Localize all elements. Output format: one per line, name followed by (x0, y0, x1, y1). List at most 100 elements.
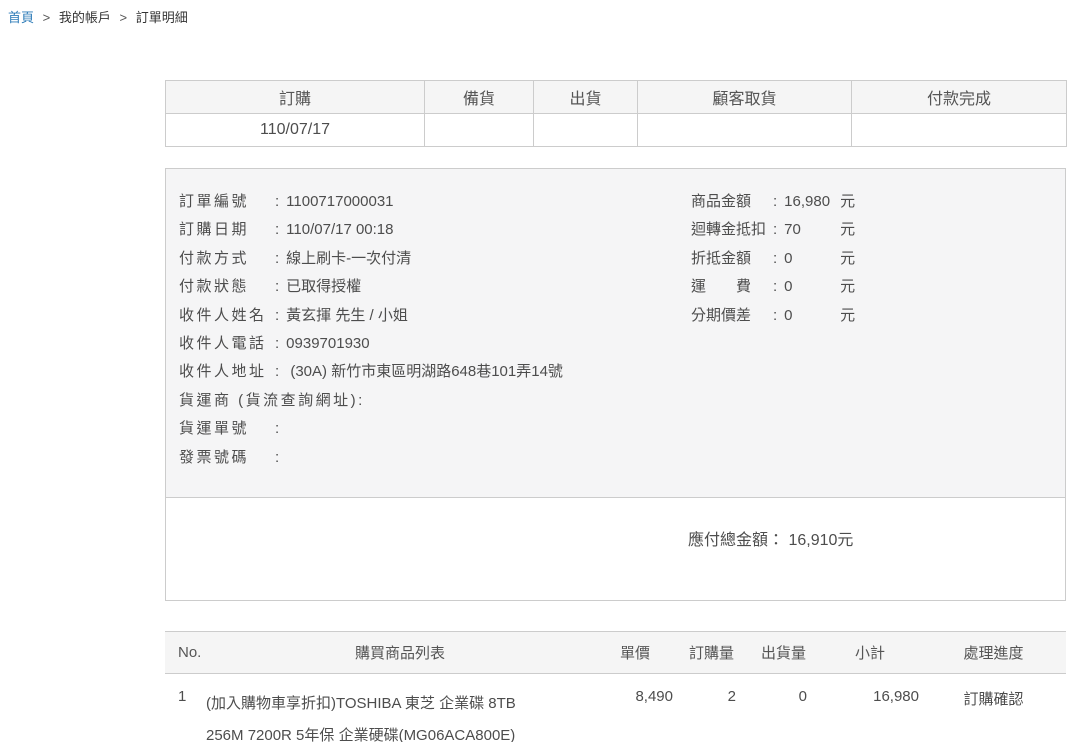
status-col-paid: 付款完成 (852, 81, 1067, 114)
field-label: 付款方式 (179, 245, 275, 273)
field-label: 訂購日期 (179, 216, 275, 244)
field-value: (30A) 新竹市東區明湖路648巷101弄14號 (286, 358, 563, 386)
amount-colon: : (773, 188, 777, 216)
field-colon: : (275, 415, 279, 443)
amount-discount: 折抵金額:0元 (691, 245, 1053, 273)
field-value: 黃玄揮 先生 / 小姐 (286, 302, 408, 330)
field-value: 0939701930 (286, 330, 369, 358)
field-colon: : (275, 245, 279, 273)
order-summary-details: 訂單編號:1100717000031 訂購日期:110/07/17 00:18 … (166, 169, 1065, 497)
field-colon: : (275, 444, 279, 472)
breadcrumb-item-account[interactable]: 我的帳戶 (59, 10, 111, 25)
order-detail-content: 訂購 備貨 出貨 顧客取貨 付款完成 110/07/17 (165, 80, 1066, 742)
status-preparing-date (425, 114, 534, 147)
status-col-ordered: 訂購 (166, 81, 425, 114)
field-order-date: 訂購日期:110/07/17 00:18 (179, 216, 691, 244)
breadcrumb-home-link[interactable]: 首頁 (8, 10, 34, 25)
product-row-unit-price: 8,490 (595, 674, 675, 742)
field-carrier: 貨運商 (貨流查詢網址): (179, 387, 691, 415)
product-table: No. 購買商品列表 單價 訂購量 出貨量 小計 處理進度 1 (加入購物車享折… (165, 631, 1066, 742)
field-recipient-name: 收件人姓名:黃玄揮 先生 / 小姐 (179, 302, 691, 330)
amount-value: 0 (784, 245, 840, 273)
status-value-row: 110/07/17 (166, 114, 1067, 147)
status-ordered-date: 110/07/17 (166, 114, 425, 147)
order-status-table: 訂購 備貨 出貨 顧客取貨 付款完成 110/07/17 (165, 80, 1067, 147)
order-fields: 訂單編號:1100717000031 訂購日期:110/07/17 00:18 … (179, 188, 691, 472)
product-col-name: 購買商品列表 (205, 632, 595, 674)
field-label: 貨運商 (貨流查詢網址) (179, 387, 358, 415)
product-row-subtotal: 16,980 (819, 674, 921, 742)
amount-label: 分期價差 (691, 302, 773, 330)
field-colon: : (275, 330, 279, 358)
amount-rebate-deduction: 迴轉金抵扣:70元 (691, 216, 1053, 244)
product-row: 1 (加入購物車享折扣)TOSHIBA 東芝 企業碟 8TB 256M 7200… (165, 674, 1066, 742)
amount-colon: : (773, 216, 777, 244)
amount-unit: 元 (840, 273, 855, 301)
product-row-order-qty: 2 (675, 674, 748, 742)
field-colon: : (275, 302, 279, 330)
status-pickup-date (638, 114, 852, 147)
amount-label: 迴轉金抵扣 (691, 216, 773, 244)
field-label: 發票號碼 (179, 444, 275, 472)
field-colon: : (275, 188, 279, 216)
order-detail-page: 首頁 > 我的帳戶 > 訂單明細 訂購 備貨 出貨 顧客取貨 付款完成 (0, 0, 1075, 742)
breadcrumb-item-current: 訂單明細 (136, 10, 188, 25)
total-due-label: 應付總金額： (688, 532, 784, 549)
field-value: 已取得授權 (286, 273, 361, 301)
product-row-name: (加入購物車享折扣)TOSHIBA 東芝 企業碟 8TB 256M 7200R … (206, 688, 536, 742)
field-label: 貨運單號 (179, 415, 275, 443)
amount-unit: 元 (840, 245, 855, 273)
product-col-unit-price: 單價 (595, 632, 675, 674)
field-colon: : (275, 216, 279, 244)
amount-unit: 元 (840, 302, 855, 330)
product-row-name-cell: (加入購物車享折扣)TOSHIBA 東芝 企業碟 8TB 256M 7200R … (205, 674, 595, 742)
amount-unit: 元 (840, 188, 855, 216)
product-col-subtotal: 小計 (819, 632, 921, 674)
amount-shipping-fee: 運 費:0元 (691, 273, 1053, 301)
amount-unit: 元 (840, 216, 855, 244)
amount-value: 0 (784, 302, 840, 330)
amount-product-total: 商品金額:16,980元 (691, 188, 1053, 216)
field-payment-status: 付款狀態:已取得授權 (179, 273, 691, 301)
status-col-preparing: 備貨 (425, 81, 534, 114)
product-col-order-qty: 訂購量 (675, 632, 748, 674)
field-colon: : (358, 387, 362, 415)
field-label: 訂單編號 (179, 188, 275, 216)
amount-label: 商品金額 (691, 188, 773, 216)
amount-colon: : (773, 273, 777, 301)
amount-colon: : (773, 302, 777, 330)
breadcrumb-separator: > (43, 10, 51, 25)
status-col-shipped: 出貨 (534, 81, 638, 114)
field-value: 110/07/17 00:18 (286, 216, 393, 244)
status-col-pickup: 顧客取貨 (638, 81, 852, 114)
product-row-no: 1 (165, 674, 205, 742)
amount-value: 0 (784, 273, 840, 301)
product-col-ship-qty: 出貨量 (748, 632, 819, 674)
amount-value: 16,980 (784, 188, 840, 216)
total-due-section: 應付總金額： 16,910元 (166, 497, 1065, 600)
field-payment-method: 付款方式:線上刷卡-一次付清 (179, 245, 691, 273)
field-tracking-number: 貨運單號: (179, 415, 691, 443)
field-value: 線上刷卡-一次付清 (286, 245, 411, 273)
amount-label: 折抵金額 (691, 245, 773, 273)
field-order-number: 訂單編號:1100717000031 (179, 188, 691, 216)
product-col-no: No. (165, 632, 205, 674)
field-invoice-number: 發票號碼: (179, 444, 691, 472)
field-colon: : (275, 358, 279, 386)
order-summary-box: 訂單編號:1100717000031 訂購日期:110/07/17 00:18 … (165, 168, 1066, 601)
amount-colon: : (773, 245, 777, 273)
field-recipient-phone: 收件人電話:0939701930 (179, 330, 691, 358)
amount-value: 70 (784, 216, 840, 244)
breadcrumb: 首頁 > 我的帳戶 > 訂單明細 (8, 7, 188, 26)
product-row-progress: 訂購確認 (921, 674, 1066, 742)
product-col-progress: 處理進度 (921, 632, 1066, 674)
order-amounts: 商品金額:16,980元 迴轉金抵扣:70元 折抵金額:0元 運 費:0元 分期… (691, 188, 1053, 330)
status-shipped-date (534, 114, 638, 147)
status-header-row: 訂購 備貨 出貨 顧客取貨 付款完成 (166, 81, 1067, 114)
total-due-value: 16,910元 (788, 532, 853, 549)
status-paid-date (852, 114, 1067, 147)
field-label: 收件人姓名 (179, 302, 275, 330)
amount-label: 運 費 (691, 273, 773, 301)
field-label: 收件人地址 (179, 358, 275, 386)
breadcrumb-separator: > (120, 10, 128, 25)
